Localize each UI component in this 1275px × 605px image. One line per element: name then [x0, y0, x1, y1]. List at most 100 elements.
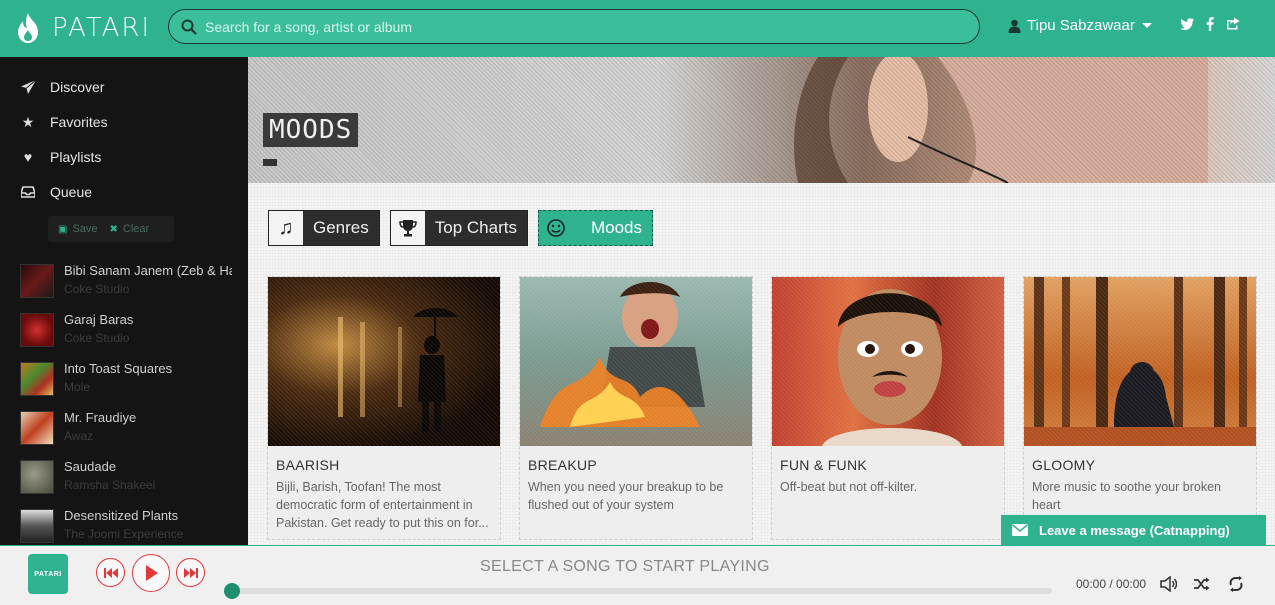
category-tabs: ♫ Genres Top Charts Moods	[268, 210, 653, 246]
page-title: MOODS	[263, 113, 359, 147]
mood-card-baarish[interactable]: BAARISH Bijli, Barish, Toofan! The most …	[267, 276, 501, 540]
play-icon	[146, 565, 158, 581]
sidebar-item-label: Queue	[50, 184, 93, 200]
chevron-down-icon	[1141, 23, 1152, 28]
queue-item-artist: Awaz	[64, 429, 94, 443]
volume-button[interactable]	[1160, 575, 1178, 593]
queue-item-title: Garaj Baras	[64, 312, 134, 327]
inbox-icon	[20, 184, 36, 200]
mood-card-breakup[interactable]: BREAKUP When you need your breakup to be…	[519, 276, 753, 540]
smiley-icon	[538, 211, 573, 245]
music-note-icon: ♫	[269, 211, 303, 245]
volume-icon	[1160, 576, 1178, 592]
queue-item[interactable]: Mr. Fraudiye Awaz	[0, 409, 248, 449]
queue-item-artist: Coke Studio	[64, 331, 130, 345]
tab-genres[interactable]: ♫ Genres	[268, 210, 380, 246]
logo-text: PATARI	[52, 13, 152, 43]
close-icon: ✖	[109, 223, 118, 235]
album-thumbnail	[20, 509, 54, 543]
skip-forward-icon	[183, 567, 198, 578]
queue-item-artist: Mole	[64, 380, 91, 394]
card-description: When you need your breakup to be flushed…	[528, 480, 724, 512]
album-thumbnail	[20, 411, 54, 445]
user-menu[interactable]: Tipu Sabzawaar	[1008, 17, 1152, 34]
queue-item-artist: The Joomi Experience	[64, 527, 184, 541]
clear-queue-button[interactable]: ✖ Clear	[110, 223, 150, 235]
patari-logo[interactable]: PATARI	[14, 8, 151, 48]
mood-card-fun-funk[interactable]: FUN & FUNK Off-beat but not off-kilter.	[771, 276, 1005, 540]
queue-item-title: Desensitized Plants	[64, 508, 179, 523]
sidebar-item-label: Favorites	[50, 114, 108, 130]
card-description: Off-beat but not off-kilter.	[780, 480, 918, 494]
card-title: GLOOMY	[1032, 457, 1096, 473]
banner-photo	[794, 57, 1208, 183]
paper-plane-icon	[20, 79, 36, 95]
search-bar[interactable]	[168, 9, 980, 44]
moods-banner	[248, 57, 1275, 183]
clear-label: Clear	[122, 223, 150, 235]
previous-button[interactable]	[96, 558, 125, 587]
mood-card-gloomy[interactable]: GLOOMY More music to soothe your broken …	[1023, 276, 1257, 540]
progress-bar[interactable]	[232, 588, 1052, 594]
queue-actions: ▣ Save ✖ Clear	[48, 216, 174, 242]
queue-item[interactable]: Garaj Baras Coke Studio	[0, 311, 248, 351]
sidebar-item-playlists[interactable]: ♥ Playlists	[0, 142, 248, 172]
share-icon[interactable]	[1226, 17, 1240, 35]
card-title: BAARISH	[276, 457, 340, 473]
save-queue-button[interactable]: ▣ Save	[58, 223, 98, 235]
album-thumbnail	[20, 264, 54, 298]
repeat-icon	[1229, 576, 1243, 592]
leave-message-label: Leave a message (Catnapping)	[1039, 522, 1230, 538]
search-input[interactable]	[205, 18, 965, 35]
play-button[interactable]	[132, 554, 170, 592]
skip-back-icon	[103, 567, 118, 578]
heart-icon: ♥	[23, 149, 33, 165]
save-label: Save	[72, 223, 98, 235]
tab-top-charts[interactable]: Top Charts	[389, 210, 528, 246]
progress-handle[interactable]	[224, 583, 240, 599]
star-icon: ★	[21, 113, 35, 130]
top-header: PATARI Tipu Sabzawaar	[0, 0, 1275, 57]
tab-moods[interactable]: Moods	[537, 210, 653, 246]
trophy-icon	[390, 211, 425, 245]
repeat-button[interactable]	[1227, 575, 1245, 593]
next-button[interactable]	[176, 558, 205, 587]
card-image	[772, 277, 1004, 446]
envelope-icon	[1001, 524, 1039, 536]
search-icon	[181, 19, 197, 35]
sidebar-item-label: Playlists	[50, 149, 102, 165]
queue-item-title: Saudade	[64, 459, 117, 474]
tab-label: Genres	[313, 218, 369, 237]
queue-item[interactable]: Bibi Sanam Janem (Zeb & Ha Coke Studio	[0, 262, 248, 302]
shuffle-button[interactable]	[1193, 575, 1211, 593]
facebook-icon[interactable]	[1203, 17, 1217, 35]
user-icon	[1008, 19, 1021, 33]
sidebar-item-favorites[interactable]: ★ Favorites	[0, 107, 248, 137]
main-content: MOODS ♫ Genres Top Charts Moods BAARISH …	[248, 57, 1275, 545]
sidebar-item-label: Discover	[50, 79, 105, 95]
flame-icon	[18, 13, 38, 43]
queue-item-artist: Ramsha Shakeel	[64, 478, 156, 492]
tab-label: Top Charts	[434, 218, 517, 237]
card-description: Bijli, Barish, Toofan! The most democrat…	[276, 480, 489, 530]
queue-item-title: Bibi Sanam Janem (Zeb & Ha	[64, 263, 232, 278]
card-image	[268, 277, 500, 446]
twitter-icon[interactable]	[1180, 17, 1194, 35]
sidebar-item-discover[interactable]: Discover	[0, 72, 248, 102]
player-bar: PATARI SELECT A SONG TO START PLAYING 00…	[0, 545, 1275, 605]
time-readout: 00:00 / 00:00	[1076, 577, 1147, 591]
queue-item-artist: Coke Studio	[64, 282, 130, 296]
banner-tick	[263, 159, 277, 166]
now-playing-status: SELECT A SONG TO START PLAYING	[480, 558, 770, 575]
sidebar-item-queue[interactable]: Queue	[0, 177, 248, 207]
queue-item[interactable]: Into Toast Squares Mole	[0, 360, 248, 400]
sidebar: Discover ★ Favorites ♥ Playlists Queue ▣…	[0, 57, 248, 545]
leave-message-button[interactable]: Leave a message (Catnapping)	[1001, 515, 1266, 545]
floppy-icon: ▣	[58, 223, 68, 235]
queue-item[interactable]: Desensitized Plants The Joomi Experience	[0, 507, 248, 545]
social-links	[1180, 17, 1240, 35]
player-logo: PATARI	[28, 554, 68, 594]
card-title: FUN & FUNK	[780, 457, 867, 473]
queue-item[interactable]: Saudade Ramsha Shakeel	[0, 458, 248, 498]
user-name: Tipu Sabzawaar	[1027, 17, 1135, 34]
